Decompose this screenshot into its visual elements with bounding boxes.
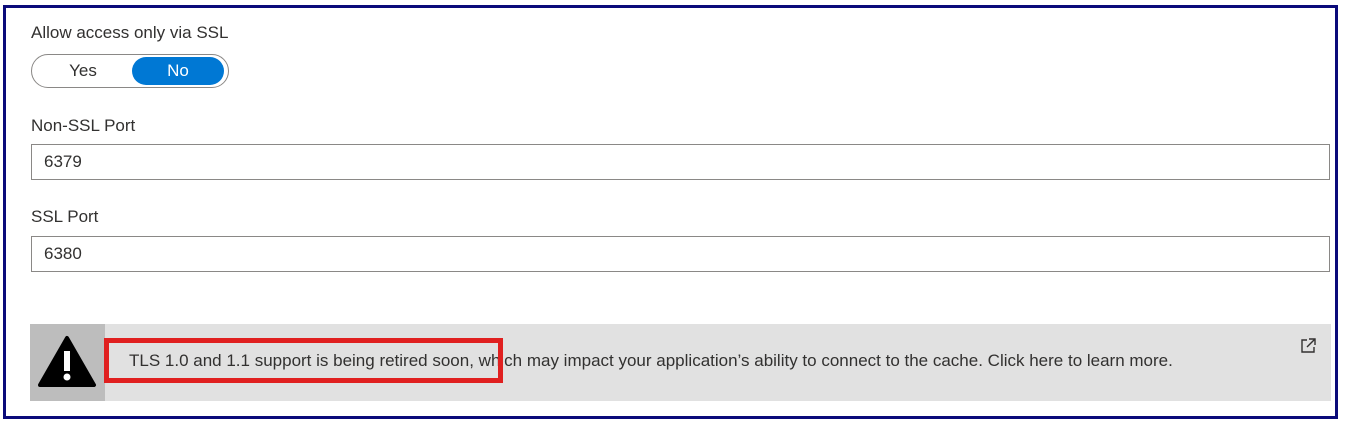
- highlight-box: [104, 338, 503, 383]
- ssl-port-label: SSL Port: [31, 207, 99, 226]
- toggle-option-yes[interactable]: Yes: [34, 57, 132, 85]
- non-ssl-port-input[interactable]: 6379: [31, 144, 1330, 180]
- ssl-port-input[interactable]: 6380: [31, 236, 1330, 272]
- warning-icon: [38, 336, 96, 387]
- toggle-option-no[interactable]: No: [132, 57, 224, 85]
- ssl-only-toggle[interactable]: Yes No: [31, 54, 229, 88]
- warning-icon-container: [30, 324, 105, 401]
- ssl-only-label: Allow access only via SSL: [31, 23, 229, 42]
- non-ssl-port-label: Non-SSL Port: [31, 116, 136, 135]
- external-link-icon[interactable]: [1299, 337, 1317, 355]
